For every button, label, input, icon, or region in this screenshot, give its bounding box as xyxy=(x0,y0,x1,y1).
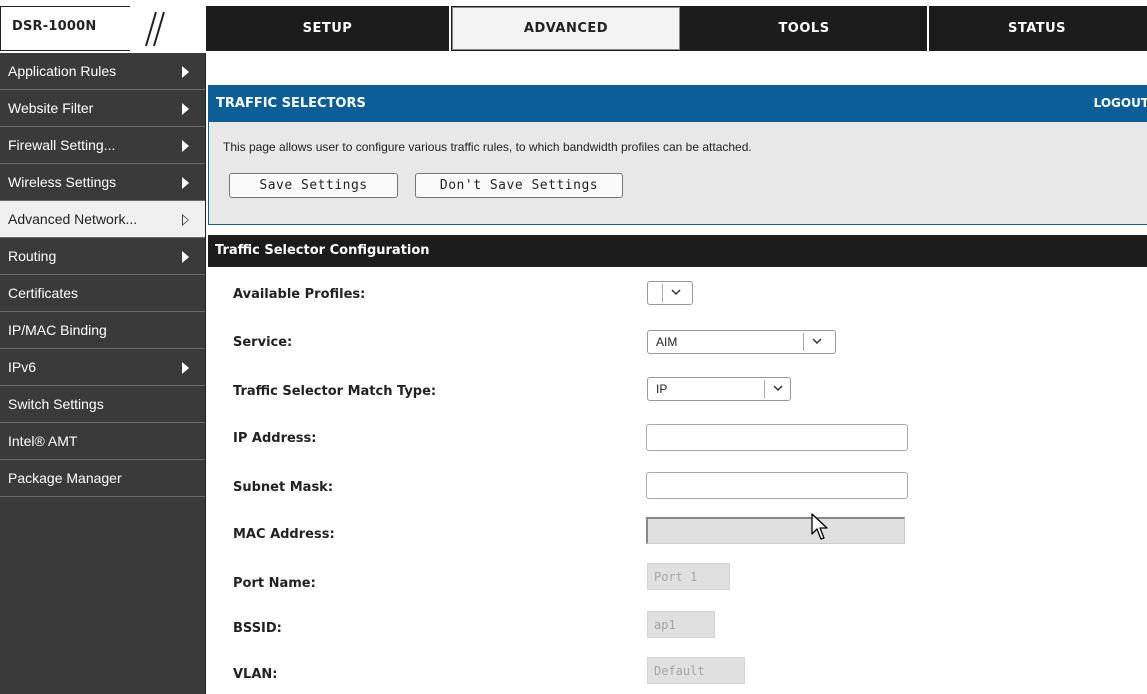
available-profiles-select[interactable] xyxy=(647,281,693,305)
page-description: This page allows user to configure vario… xyxy=(223,140,752,154)
service-select[interactable]: AIM xyxy=(647,330,836,354)
chevron-down-icon xyxy=(773,385,783,392)
save-settings-button[interactable]: Save Settings xyxy=(229,173,398,198)
available-profiles-label: Available Profiles: xyxy=(233,287,366,302)
sidebar-item-label: Certificates xyxy=(8,285,79,301)
chevron-down-icon xyxy=(812,338,822,345)
bssid-input: ap1 xyxy=(647,611,715,638)
sidebar-item-label: Application Rules xyxy=(8,63,117,79)
logout-link[interactable]: LOGOUT xyxy=(1094,96,1147,110)
match-type-label: Traffic Selector Match Type: xyxy=(233,384,437,399)
section-header: TRAFFIC SELECTORS LOGOUT xyxy=(208,85,1147,122)
dont-save-settings-button[interactable]: Don't Save Settings xyxy=(415,173,623,198)
brand-logo: DSR-1000N xyxy=(0,6,207,51)
triangle-right-icon xyxy=(182,66,189,78)
sidebar-item-label: Switch Settings xyxy=(8,396,104,412)
tab-setup[interactable]: SETUP xyxy=(206,6,451,51)
main-content: TRAFFIC SELECTORS LOGOUT This page allow… xyxy=(206,53,1147,694)
mac-address-label: MAC Address: xyxy=(233,527,335,542)
sidebar-item-ip-mac-binding[interactable]: IP/MAC Binding xyxy=(0,312,205,349)
tab-tools[interactable]: TOOLS xyxy=(681,6,929,51)
sidebar-item-wireless-settings[interactable]: Wireless Settings xyxy=(0,164,205,201)
ip-address-label: IP Address: xyxy=(233,431,317,446)
triangle-right-outline-icon xyxy=(182,214,189,226)
sidebar-item-package-manager[interactable]: Package Manager xyxy=(0,460,205,497)
triangle-right-icon xyxy=(182,140,189,152)
service-label: Service: xyxy=(233,335,293,350)
logo-slash-icon xyxy=(145,11,165,47)
sidebar-item-label: Routing xyxy=(8,248,57,264)
sidebar-item-switch-settings[interactable]: Switch Settings xyxy=(0,386,205,423)
sidebar: Application Rules Website Filter Firewal… xyxy=(0,53,206,694)
sidebar-item-website-filter[interactable]: Website Filter xyxy=(0,90,205,127)
sidebar-item-label: Package Manager xyxy=(8,470,122,486)
sidebar-item-label: IPv6 xyxy=(8,359,37,375)
sidebar-item-label: Advanced Network... xyxy=(8,211,138,227)
sidebar-item-intel-amt[interactable]: Intel® AMT xyxy=(0,423,205,460)
config-header: Traffic Selector Configuration xyxy=(208,235,1147,267)
model-name: DSR-1000N xyxy=(12,19,97,34)
match-type-select[interactable]: IP xyxy=(647,377,791,401)
subnet-mask-input[interactable] xyxy=(646,472,908,499)
config-title: Traffic Selector Configuration xyxy=(215,243,430,258)
sidebar-item-firewall-settings[interactable]: Firewall Setting... xyxy=(0,127,205,164)
main-nav: SETUP ADVANCED TOOLS STATUS xyxy=(206,6,1147,51)
vlan-input: Default xyxy=(647,657,745,684)
vlan-label: VLAN: xyxy=(233,667,278,682)
port-name-input: Port 1 xyxy=(647,563,730,590)
tab-status[interactable]: STATUS xyxy=(929,6,1145,51)
sidebar-item-application-rules[interactable]: Application Rules xyxy=(0,53,205,90)
bssid-label: BSSID: xyxy=(233,621,282,636)
sidebar-item-label: Wireless Settings xyxy=(8,174,117,190)
page-title: TRAFFIC SELECTORS xyxy=(216,96,366,111)
subnet-mask-label: Subnet Mask: xyxy=(233,480,334,495)
sidebar-item-routing[interactable]: Routing xyxy=(0,238,205,275)
sidebar-item-label: Firewall Setting... xyxy=(8,137,116,153)
sidebar-item-label: IP/MAC Binding xyxy=(8,322,107,338)
triangle-right-icon xyxy=(182,177,189,189)
sidebar-item-label: Website Filter xyxy=(8,100,94,116)
port-name-label: Port Name: xyxy=(233,576,316,591)
top-bar: DSR-1000N SETUP ADVANCED TOOLS STATUS xyxy=(0,0,1147,53)
mouse-pointer-icon xyxy=(811,513,828,540)
tab-advanced[interactable]: ADVANCED xyxy=(452,7,680,50)
sidebar-item-advanced-network[interactable]: Advanced Network... xyxy=(0,201,205,238)
sidebar-item-label: Intel® AMT xyxy=(8,433,78,449)
mac-address-input xyxy=(646,517,905,544)
section-body: This page allows user to configure vario… xyxy=(208,122,1147,225)
ip-address-input[interactable] xyxy=(646,424,908,451)
chevron-down-icon xyxy=(671,289,681,296)
triangle-right-icon xyxy=(182,103,189,115)
triangle-right-icon xyxy=(182,251,189,263)
sidebar-item-ipv6[interactable]: IPv6 xyxy=(0,349,205,386)
triangle-right-icon xyxy=(182,362,189,374)
sidebar-item-certificates[interactable]: Certificates xyxy=(0,275,205,312)
